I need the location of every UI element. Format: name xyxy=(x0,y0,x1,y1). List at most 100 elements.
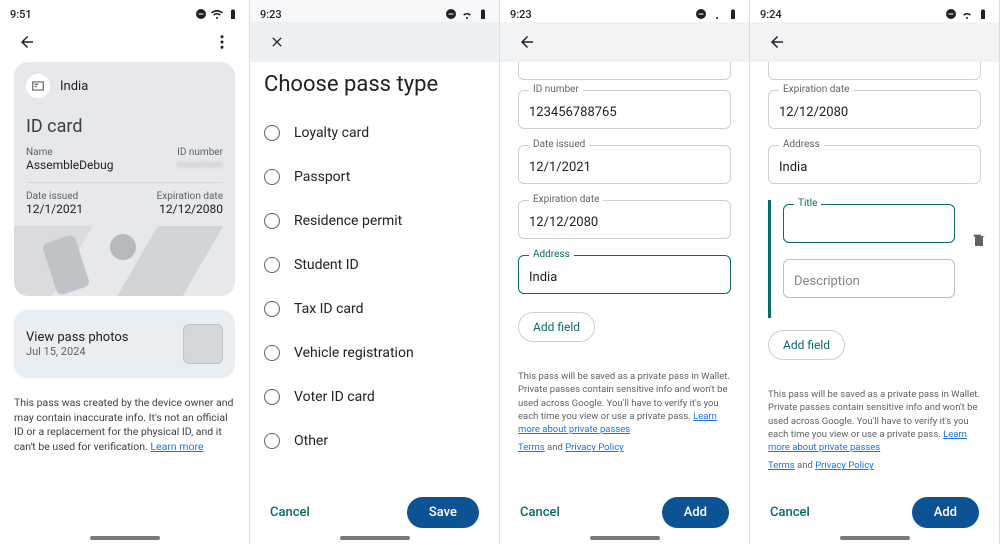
dnd-icon xyxy=(445,8,457,20)
clock: 9:24 xyxy=(760,8,782,21)
radio-icon xyxy=(264,389,280,405)
app-bar xyxy=(750,22,999,62)
option-label: Residence permit xyxy=(294,213,402,229)
status-icons xyxy=(195,8,239,20)
battery-icon xyxy=(227,8,239,20)
status-icons xyxy=(695,8,739,20)
radio-icon xyxy=(264,345,280,361)
cancel-button[interactable]: Cancel xyxy=(770,505,810,520)
pass-type-option-loyalty-card[interactable]: Loyalty card xyxy=(264,111,485,155)
issued-label: Date issued xyxy=(26,191,83,202)
status-bar: 9:51 xyxy=(0,0,249,22)
expiration-value: 12/12/2080 xyxy=(157,202,223,216)
terms-link[interactable]: Terms xyxy=(518,442,545,453)
private-pass-notice: This pass will be saved as a private pas… xyxy=(518,370,731,436)
private-pass-notice: This pass will be saved as a private pas… xyxy=(768,388,981,454)
option-label: Voter ID card xyxy=(294,389,375,405)
id-card[interactable]: India ID card Name AssembleDebug ID numb… xyxy=(14,62,235,296)
name-value: AssembleDebug xyxy=(26,158,113,172)
option-label: Loyalty card xyxy=(294,125,369,141)
radio-icon xyxy=(264,169,280,185)
pass-type-option-other[interactable]: Other xyxy=(264,419,485,463)
radio-icon xyxy=(264,257,280,273)
pass-type-option-tax-id-card[interactable]: Tax ID card xyxy=(264,287,485,331)
overflow-button[interactable] xyxy=(207,27,237,57)
save-button[interactable]: Save xyxy=(407,497,479,528)
clock: 9:23 xyxy=(510,8,532,21)
privacy-link[interactable]: Privacy Policy xyxy=(815,460,873,471)
cancel-button[interactable]: Cancel xyxy=(270,505,310,520)
nav-handle[interactable] xyxy=(340,536,410,540)
button-bar: Cancel Add xyxy=(500,497,749,528)
dnd-icon xyxy=(195,8,207,20)
wifi-icon xyxy=(961,8,973,20)
option-label: Tax ID card xyxy=(294,301,364,317)
idnumber-field[interactable]: ID number 123456788765 xyxy=(518,90,731,129)
view-photos-title: View pass photos xyxy=(26,330,128,345)
clock: 9:23 xyxy=(260,8,282,21)
nav-handle[interactable] xyxy=(90,536,160,540)
terms-link[interactable]: Terms xyxy=(768,460,795,471)
battery-icon xyxy=(977,8,989,20)
view-photos-card[interactable]: View pass photos Jul 15, 2024 xyxy=(14,310,235,378)
view-photos-date: Jul 15, 2024 xyxy=(26,345,128,358)
status-bar: 9:23 xyxy=(500,0,749,22)
legal-links: Terms and Privacy Policy xyxy=(768,460,981,471)
app-bar xyxy=(250,22,499,62)
option-label: Passport xyxy=(294,169,350,185)
address-field[interactable]: Address India xyxy=(518,255,731,294)
radio-icon xyxy=(264,213,280,229)
photo-thumbnail xyxy=(183,324,223,364)
custom-field-group: Title Description xyxy=(768,200,985,318)
add-field-button[interactable]: Add field xyxy=(518,312,595,342)
date-issued-field[interactable]: Date issued 12/1/2021 xyxy=(518,145,731,184)
partial-field xyxy=(768,62,981,80)
add-button[interactable]: Add xyxy=(662,497,729,528)
legal-links: Terms and Privacy Policy xyxy=(518,442,731,453)
back-button[interactable] xyxy=(12,27,42,57)
status-icons xyxy=(945,8,989,20)
add-field-button[interactable]: Add field xyxy=(768,330,845,360)
wifi-icon xyxy=(711,8,723,20)
cancel-button[interactable]: Cancel xyxy=(520,505,560,520)
close-icon xyxy=(269,34,285,50)
nav-handle[interactable] xyxy=(840,536,910,540)
app-bar xyxy=(500,22,749,62)
pass-type-option-passport[interactable]: Passport xyxy=(264,155,485,199)
privacy-link[interactable]: Privacy Policy xyxy=(565,442,623,453)
pass-type-option-residence-permit[interactable]: Residence permit xyxy=(264,199,485,243)
radio-icon xyxy=(264,433,280,449)
delete-custom-field-button[interactable] xyxy=(971,232,987,252)
close-button[interactable] xyxy=(262,27,292,57)
idnumber-value: ••••••••• xyxy=(177,158,223,172)
partial-field xyxy=(518,62,731,80)
page-title: Choose pass type xyxy=(264,72,485,97)
back-button[interactable] xyxy=(512,27,542,57)
pass-type-option-student-id[interactable]: Student ID xyxy=(264,243,485,287)
radio-icon xyxy=(264,125,280,141)
battery-icon xyxy=(477,8,489,20)
add-button[interactable]: Add xyxy=(912,497,979,528)
dnd-icon xyxy=(695,8,707,20)
expiration-field[interactable]: Expiration date 12/12/2080 xyxy=(518,200,731,239)
pass-type-option-voter-id-card[interactable]: Voter ID card xyxy=(264,375,485,419)
learn-more-link[interactable]: Learn more xyxy=(150,440,203,453)
address-field[interactable]: Address India xyxy=(768,145,981,184)
arrow-back-icon xyxy=(18,33,36,51)
delete-icon xyxy=(971,232,987,248)
back-button[interactable] xyxy=(762,27,792,57)
nav-handle[interactable] xyxy=(590,536,660,540)
issued-value: 12/1/2021 xyxy=(26,202,83,216)
arrow-back-icon xyxy=(518,33,536,51)
card-title: ID card xyxy=(26,116,223,137)
expiration-field[interactable]: Expiration date 12/12/2080 xyxy=(768,90,981,129)
custom-description-field[interactable]: Description xyxy=(783,259,955,298)
custom-title-field[interactable]: Title xyxy=(783,204,955,243)
status-bar: 9:24 xyxy=(750,0,999,22)
clock: 9:51 xyxy=(10,8,32,21)
option-label: Student ID xyxy=(294,257,359,273)
pass-type-option-vehicle-registration[interactable]: Vehicle registration xyxy=(264,331,485,375)
status-icons xyxy=(445,8,489,20)
option-label: Vehicle registration xyxy=(294,345,414,361)
wifi-icon xyxy=(211,8,223,20)
